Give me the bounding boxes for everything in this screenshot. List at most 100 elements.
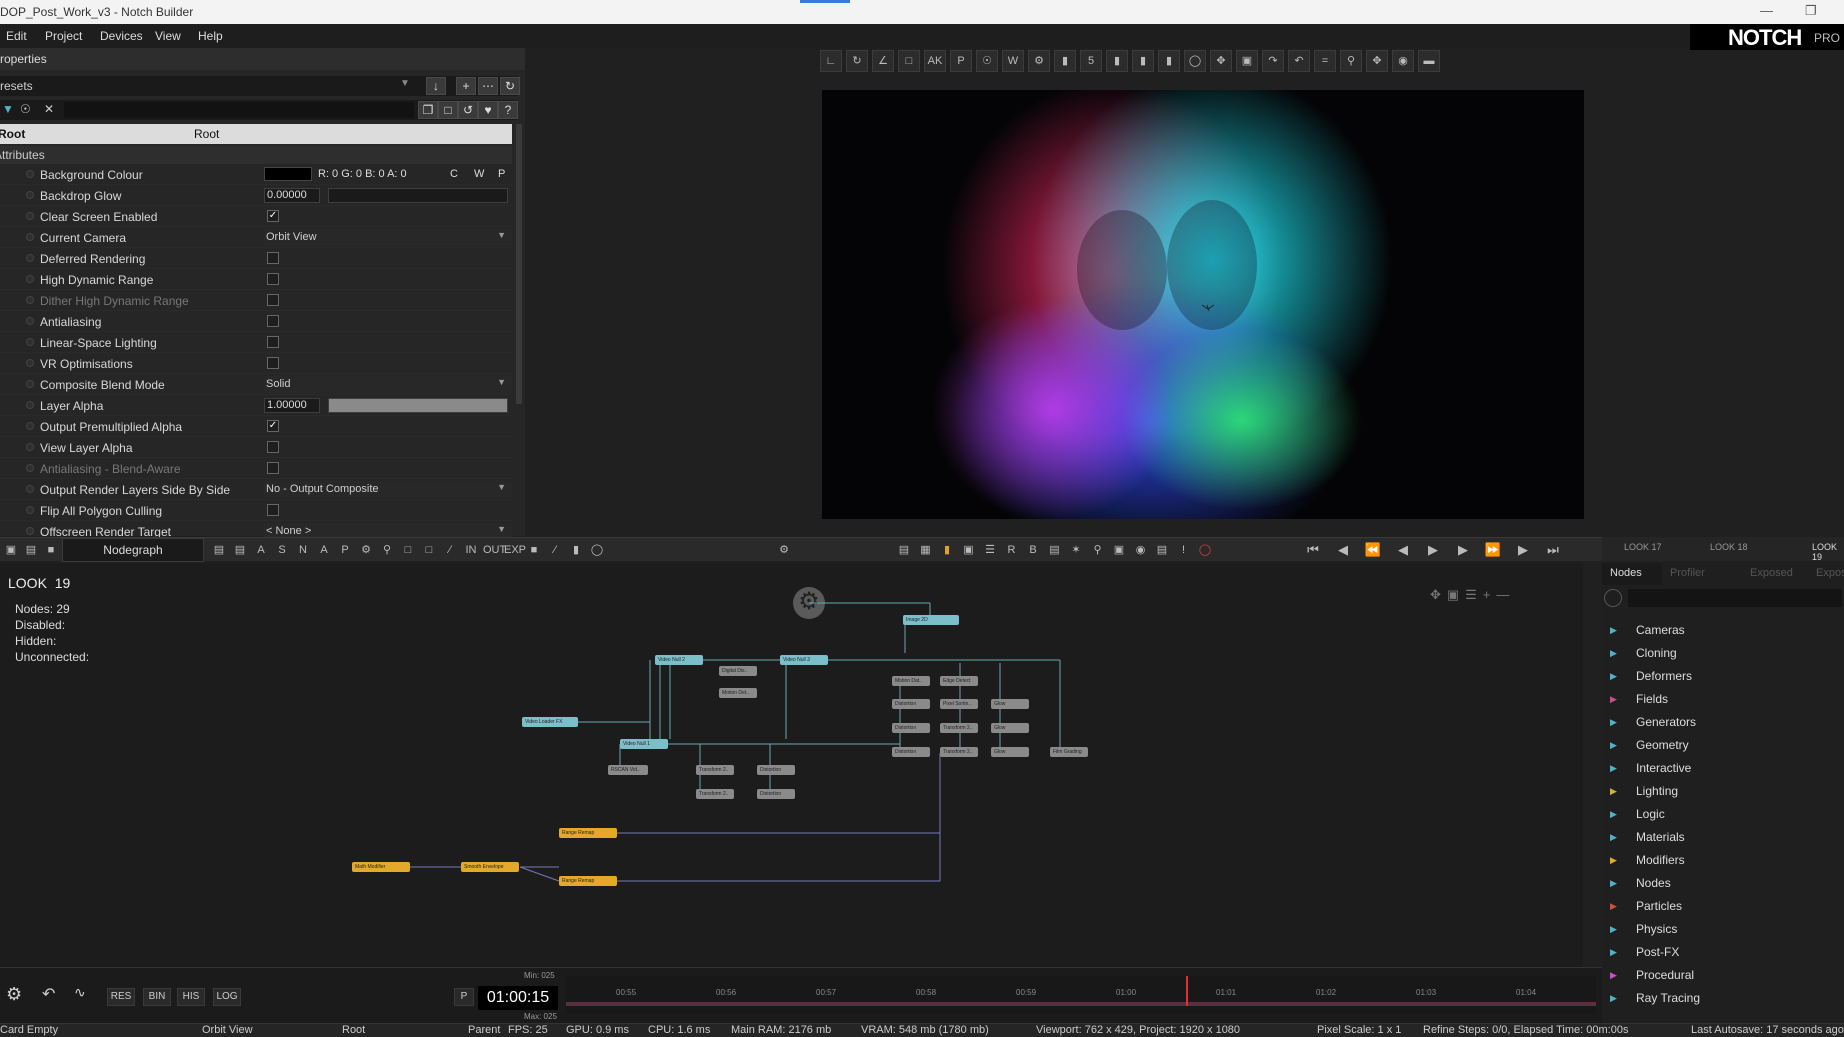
render-tool-icon[interactable]: ✶: [1067, 541, 1085, 559]
property-number-input[interactable]: 0.00000: [264, 188, 320, 203]
next-marker-icon[interactable]: ▶: [1514, 541, 1532, 559]
property-anim-icon[interactable]: [26, 359, 34, 367]
minimize-icon[interactable]: —: [1760, 3, 1773, 18]
graph-node[interactable]: Video Null 2: [655, 655, 703, 665]
category-expand-icon[interactable]: ▶: [1610, 648, 1617, 659]
graph-node[interactable]: Transform 2..: [696, 789, 734, 799]
nodegraph-tool-icon[interactable]: OUT: [483, 541, 506, 559]
download-icon[interactable]: ↓: [426, 77, 446, 95]
playhead[interactable]: [1186, 976, 1188, 1006]
library-category[interactable]: Deformers: [1636, 669, 1692, 683]
category-expand-icon[interactable]: ▶: [1610, 832, 1617, 843]
nodegraph-tool-icon[interactable]: ∕: [441, 541, 459, 559]
menu-project[interactable]: Project: [45, 29, 82, 43]
tab-profiler[interactable]: Profiler: [1662, 563, 1713, 585]
nodegraph-tool-icon[interactable]: S: [273, 541, 291, 559]
nodegraph-tool-icon[interactable]: N: [294, 541, 312, 559]
gear-icon[interactable]: ⚙: [1028, 50, 1050, 72]
library-search-input[interactable]: [1628, 589, 1842, 607]
copy-icon[interactable]: ❐: [418, 101, 438, 119]
scale-icon[interactable]: ∠: [872, 50, 894, 72]
tab-nodegraph[interactable]: Nodegraph: [62, 538, 204, 562]
category-expand-icon[interactable]: ▶: [1610, 717, 1617, 728]
category-expand-icon[interactable]: ▶: [1610, 809, 1617, 820]
p-icon[interactable]: P: [950, 50, 972, 72]
category-expand-icon[interactable]: ▶: [1610, 993, 1617, 1004]
ak-icon[interactable]: AK: [924, 50, 946, 72]
category-expand-icon[interactable]: ▶: [1610, 947, 1617, 958]
property-anim-icon[interactable]: [26, 527, 34, 535]
graph-node[interactable]: Video Null 3: [780, 655, 828, 665]
nodegraph-tool-icon[interactable]: ▤: [210, 541, 228, 559]
property-checkbox[interactable]: [267, 441, 279, 453]
library-category[interactable]: Materials: [1636, 830, 1685, 844]
audio-waveform-icon[interactable]: ∿: [74, 984, 86, 1001]
restore-icon[interactable]: ❐: [1805, 3, 1817, 19]
grid-icon[interactable]: ▮: [1054, 50, 1076, 72]
first-frame-icon[interactable]: ⏮: [1304, 541, 1322, 559]
render-tool-icon[interactable]: ▦: [917, 541, 935, 559]
clear-icon[interactable]: ✕: [44, 102, 54, 116]
category-expand-icon[interactable]: ▶: [1610, 671, 1617, 682]
menu-help[interactable]: Help: [198, 29, 223, 43]
camera-icon[interactable]: ◉: [1392, 50, 1414, 72]
log-button[interactable]: LOG: [213, 988, 241, 1006]
pan-icon[interactable]: ✥: [1366, 50, 1388, 72]
library-category[interactable]: Particles: [1636, 899, 1682, 913]
graph-node[interactable]: Distortion: [892, 723, 930, 733]
crop-icon[interactable]: □: [898, 50, 920, 72]
target-icon[interactable]: ☉: [976, 50, 998, 72]
graph-node[interactable]: Glow: [991, 699, 1029, 709]
property-slider[interactable]: [328, 398, 508, 413]
presets-bar[interactable]: Presets ▼ ↓ + ⋯ ↻: [0, 76, 520, 96]
graph-node[interactable]: Distortion: [892, 699, 930, 709]
property-checkbox[interactable]: ✓: [267, 420, 279, 432]
fit-icon[interactable]: ▣: [1236, 50, 1258, 72]
graph-node[interactable]: Motion Dat..: [892, 676, 930, 686]
prev-marker-icon[interactable]: ◀: [1334, 541, 1352, 559]
equal-icon[interactable]: =: [1314, 50, 1336, 72]
graph-node[interactable]: Distortion: [757, 765, 795, 775]
graph-node[interactable]: Film Grading: [1050, 747, 1088, 757]
look-tab-19[interactable]: LOOK 19: [1812, 542, 1844, 562]
property-checkbox[interactable]: ✓: [267, 210, 279, 222]
w-icon[interactable]: W: [1002, 50, 1024, 72]
p-button[interactable]: P: [454, 988, 474, 1006]
graph-node[interactable]: Glow: [991, 723, 1029, 733]
nodegraph-tool-icon[interactable]: IN: [462, 541, 480, 559]
category-expand-icon[interactable]: ▶: [1610, 625, 1617, 636]
property-anim-icon[interactable]: [26, 485, 34, 493]
library-category[interactable]: Lighting: [1636, 784, 1678, 798]
library-category[interactable]: Physics: [1636, 922, 1677, 936]
timeline-gear-icon[interactable]: ⚙: [6, 984, 22, 1005]
pos-icon[interactable]: ▮: [1106, 50, 1128, 72]
library-category[interactable]: Cameras: [1636, 623, 1685, 637]
play-icon[interactable]: ▶: [1424, 541, 1442, 559]
graph-node[interactable]: Pixel Sortin..: [940, 699, 978, 709]
nodegraph-tool-icon[interactable]: ▤: [231, 541, 249, 559]
target-icon[interactable]: ☉: [20, 102, 31, 116]
render-tool-icon[interactable]: ◉: [1132, 541, 1150, 559]
graph-node[interactable]: Transform 2..: [940, 723, 978, 733]
library-category[interactable]: Cloning: [1636, 646, 1677, 660]
category-expand-icon[interactable]: ▶: [1610, 970, 1617, 981]
his-button[interactable]: HIS: [177, 988, 205, 1006]
graph-node[interactable]: Digital Dis..: [719, 666, 757, 676]
nodegraph-canvas[interactable]: LOOK 19 Nodes: 29 Disabled: Hidden: Unco…: [0, 563, 1583, 967]
add-icon[interactable]: +: [456, 77, 476, 95]
nodegraph-tool-icon[interactable]: P: [336, 541, 354, 559]
render-tool-icon[interactable]: ▮: [938, 541, 956, 559]
library-category[interactable]: Ray Tracing: [1636, 991, 1700, 1005]
redo-icon[interactable]: ↶: [1288, 50, 1310, 72]
rotate-icon[interactable]: ↻: [846, 50, 868, 72]
category-expand-icon[interactable]: ▶: [1610, 924, 1617, 935]
rewind-icon[interactable]: ⏪: [1364, 541, 1382, 559]
graph-node[interactable]: Motion Det..: [719, 688, 757, 698]
step-forward-icon[interactable]: ▶: [1454, 541, 1472, 559]
library-category[interactable]: Procedural: [1636, 968, 1694, 982]
render-tool-icon[interactable]: ◯: [1196, 541, 1214, 559]
property-checkbox[interactable]: [267, 315, 279, 327]
tab-exposed-2[interactable]: Exposed: [1808, 563, 1844, 585]
property-number-input[interactable]: 1.00000: [264, 398, 320, 413]
category-expand-icon[interactable]: ▶: [1610, 878, 1617, 889]
